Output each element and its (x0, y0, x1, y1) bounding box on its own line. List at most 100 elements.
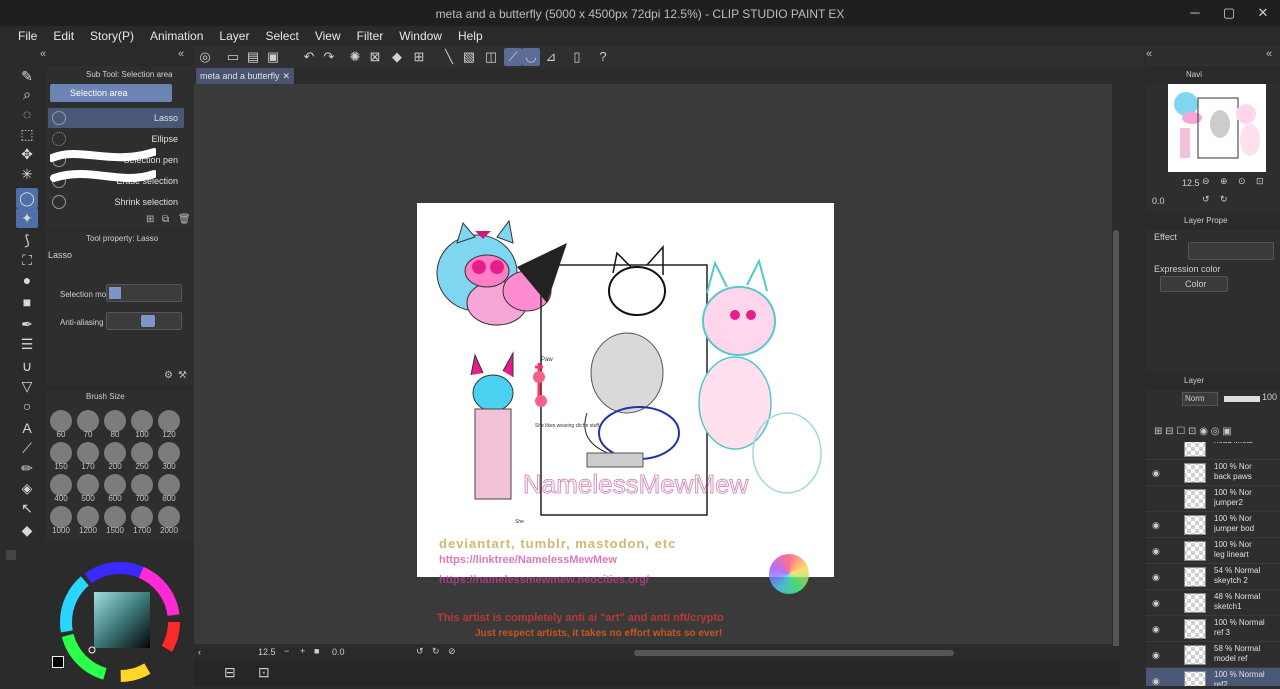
brush-size-preset[interactable] (158, 410, 180, 432)
object-tool-icon[interactable]: ⬚ (16, 124, 38, 144)
layer-row[interactable]: ◉ 100 % Normal ref 3 (1146, 616, 1280, 642)
menu-layer[interactable]: Layer (211, 26, 257, 46)
effect-buttons[interactable] (1188, 242, 1274, 260)
layer-visibility-icon[interactable]: ◉ (1152, 520, 1160, 531)
menu-file[interactable]: File (10, 26, 45, 46)
layer-row[interactable]: ◉ 100 % Nor back paws (1146, 460, 1280, 486)
vector-tool-icon[interactable]: ▽ (16, 376, 38, 396)
menu-filter[interactable]: Filter (349, 26, 392, 46)
tab-close-icon[interactable]: ✕ (282, 68, 290, 85)
snap-special-icon[interactable]: ◡ (522, 48, 540, 66)
brush-size-preset[interactable] (77, 474, 99, 496)
nav-zoom-out-icon[interactable]: ⊖ (1202, 176, 1210, 187)
balloon-tool-icon[interactable]: ○ (16, 396, 38, 416)
collapse-left-icon[interactable]: « (40, 48, 46, 60)
curve-tool-icon[interactable]: ∪ (16, 356, 38, 376)
expression-color-dropdown[interactable]: Color (1160, 276, 1228, 292)
layer-thumbnail[interactable] (1184, 442, 1206, 457)
navigator-preview[interactable] (1168, 84, 1266, 172)
canvas-vertical-scroll-thumb[interactable] (1113, 230, 1119, 650)
dropper-tool-icon[interactable]: ⟋ (16, 438, 38, 458)
auto-select-icon[interactable]: ✦ (16, 208, 38, 228)
menu-edit[interactable]: Edit (45, 26, 82, 46)
nav-rotate-right-icon[interactable]: ↻ (1220, 194, 1228, 205)
blend-mode-dropdown[interactable]: Norm (1182, 392, 1218, 406)
nav-actual-icon[interactable]: ⊡ (1256, 176, 1264, 187)
layer-thumbnail[interactable] (1184, 541, 1206, 561)
layer-thumbnail[interactable] (1184, 463, 1206, 483)
menu-story[interactable]: Story(P) (82, 26, 142, 46)
brush-tool-icon[interactable]: ✒ (16, 314, 38, 334)
collapse-right-panel-icon[interactable]: « (1266, 48, 1272, 60)
brush-size-preset[interactable] (77, 506, 99, 528)
move-tool-icon[interactable]: ✥ (16, 144, 38, 164)
select-ellipse-icon[interactable]: ◌ (16, 104, 38, 124)
anti-alias-medium-icon[interactable] (141, 315, 155, 327)
layer-thumbnail[interactable] (1184, 567, 1206, 587)
navigator-angle[interactable]: 0.0 (1152, 196, 1165, 206)
brush-size-preset[interactable] (131, 506, 153, 528)
save-icon[interactable]: ▣ (264, 48, 282, 66)
zoom-tool-icon[interactable]: ⌕ (16, 84, 38, 104)
brush-size-preset[interactable] (77, 410, 99, 432)
panel-toggle-icon[interactable]: ⊟ (224, 664, 236, 681)
opacity-slider[interactable] (1224, 396, 1260, 402)
eyedropper-icon[interactable]: ⟆ (16, 230, 38, 250)
menu-help[interactable]: Help (450, 26, 491, 46)
app-icon[interactable]: ◎ (196, 48, 214, 66)
menu-select[interactable]: Select (257, 26, 306, 46)
new-file-icon[interactable]: ▭ (224, 48, 242, 66)
anti-aliasing-segment[interactable] (106, 312, 182, 330)
pencil-tool-icon[interactable]: ✏ (16, 458, 38, 478)
reference-icon[interactable]: ◫ (482, 48, 500, 66)
pen-tool-icon[interactable]: ✎ (16, 66, 38, 86)
maximize-button[interactable]: ▢ (1212, 0, 1246, 26)
status-left-arrow-icon[interactable]: ‹ (198, 647, 201, 657)
brush-size-preset[interactable] (50, 474, 72, 496)
text-tool-icon[interactable]: A (16, 418, 38, 438)
brush-size-preset[interactable] (158, 442, 180, 464)
hide-selection-icon[interactable]: ╲ (440, 48, 458, 66)
layer-visibility-icon[interactable]: ◉ (1152, 572, 1160, 583)
stack-tool-icon[interactable]: ☰ (16, 334, 38, 354)
nav-rotate-left-icon[interactable]: ↺ (1202, 194, 1210, 205)
subtool-item-shrink-selection[interactable]: Shrink selection (48, 192, 184, 212)
document-tab[interactable]: meta and a butterfly ✕ (196, 68, 294, 85)
drop-icon[interactable]: ● (16, 270, 38, 290)
layer-row[interactable]: head linear (1146, 442, 1280, 460)
new-selection-icon[interactable] (109, 287, 121, 299)
fit-icon[interactable]: ■ (314, 646, 319, 656)
menu-window[interactable]: Window (391, 26, 450, 46)
expand-right-icon[interactable]: « (1146, 48, 1152, 60)
fill-icon[interactable]: ◆ (388, 48, 406, 66)
snap-ruler-icon[interactable]: ⟋ (504, 48, 522, 66)
new-subtool-icon[interactable]: ⊞ (146, 214, 154, 225)
brush-size-preset[interactable] (50, 442, 72, 464)
color-main-chip[interactable] (52, 656, 64, 668)
menu-view[interactable]: View (307, 26, 349, 46)
layer-thumbnail[interactable] (1184, 671, 1206, 686)
color-wheel[interactable] (0, 544, 194, 686)
brush-size-preset[interactable] (77, 442, 99, 464)
snap-grid-icon[interactable]: ⊿ (542, 48, 560, 66)
rotate-reset-icon[interactable]: ⊘ (448, 646, 456, 657)
zoom-out-icon[interactable]: − (284, 646, 289, 656)
layer-row[interactable]: ◉ 100 % Nor jumper bod (1146, 512, 1280, 538)
eraser-tool-icon[interactable]: ◆ (16, 520, 38, 540)
undo-icon[interactable]: ↶ (300, 48, 318, 66)
layer-visibility-icon[interactable]: ◉ (1152, 676, 1160, 686)
brush-size-preset[interactable] (104, 474, 126, 496)
brush-size-preset[interactable] (131, 474, 153, 496)
help-icon[interactable]: ? (594, 48, 612, 66)
layer-row[interactable]: ◉ 48 % Normal sketch1 (1146, 590, 1280, 616)
status-angle[interactable]: 0.0 (332, 647, 345, 657)
layer-row[interactable]: ◉ 58 % Normal model ref (1146, 642, 1280, 668)
close-button[interactable]: ✕ (1246, 0, 1280, 26)
nav-zoom-in-icon[interactable]: ⊕ (1220, 176, 1228, 187)
zoom-in-icon[interactable]: + (300, 646, 305, 656)
fill-tool-icon[interactable]: ◈ (16, 478, 38, 498)
delete-subtool-icon[interactable]: 🗑 (178, 214, 191, 225)
rectangle-tool-icon[interactable]: ■ (16, 292, 38, 312)
settings-icon[interactable]: ⚙ (164, 370, 173, 381)
navigator-toggle-icon[interactable]: ⊡ (258, 664, 270, 681)
